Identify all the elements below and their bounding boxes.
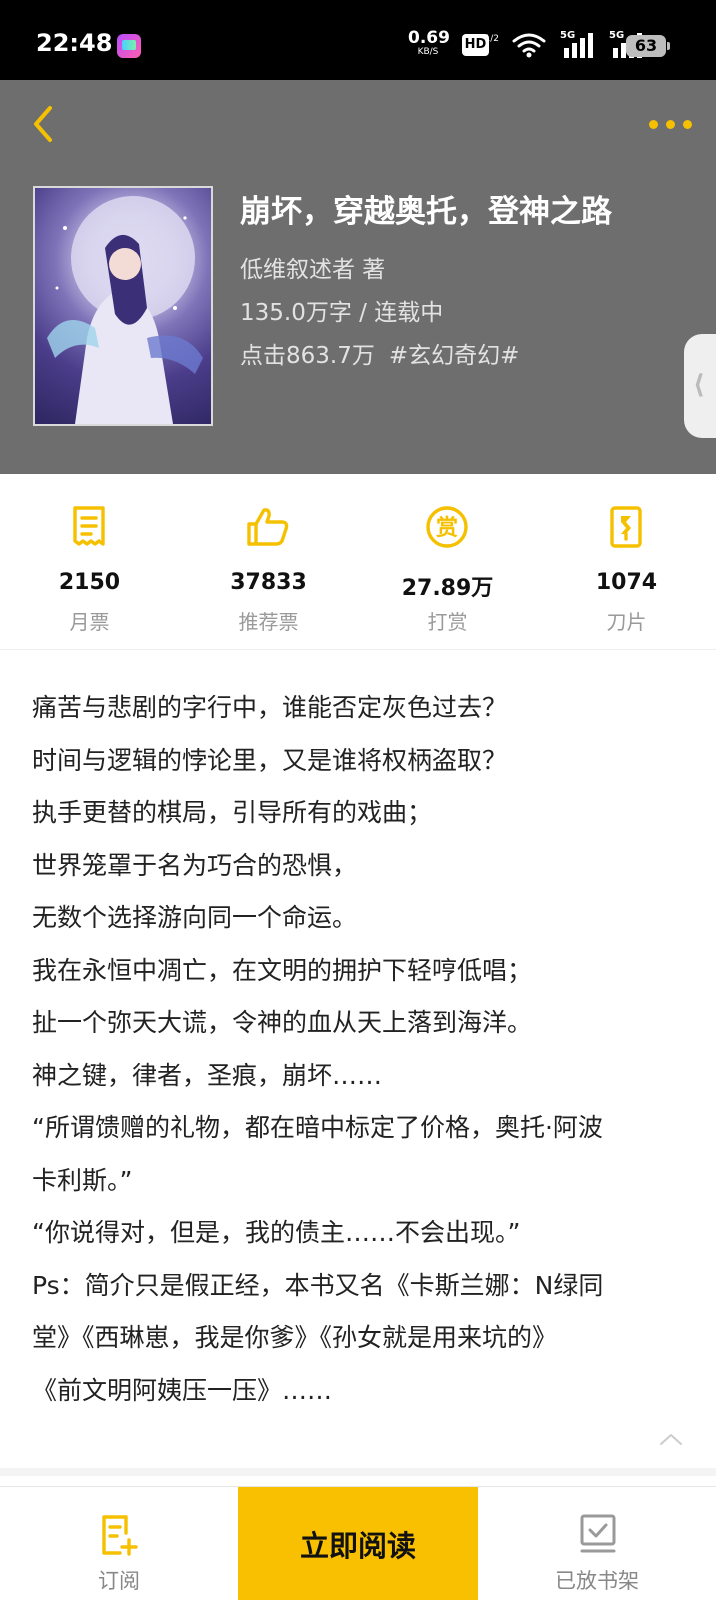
thumbs-up-icon xyxy=(247,508,289,546)
back-button[interactable] xyxy=(26,102,62,146)
book-cover[interactable] xyxy=(33,186,213,426)
app-notification-icon xyxy=(117,34,141,58)
more-button[interactable] xyxy=(646,106,696,140)
hd-voice-sub: 1/2 xyxy=(484,34,499,44)
cover-artwork xyxy=(47,196,203,424)
signal-5g-tag-2: 5G xyxy=(609,30,625,41)
monthly-ticket-icon xyxy=(73,506,105,546)
side-drawer-handle[interactable]: ⟨ xyxy=(684,334,716,438)
book-title: 崩坏，穿越奥托，登神之路 xyxy=(240,194,612,230)
synopsis-line: 执手更替的棋局，引导所有的戏曲； xyxy=(32,798,433,827)
synopsis-line: 我在永恒中凋亡，在文明的拥护下轻哼低唱； xyxy=(32,955,533,985)
synopsis-line: 痛苦与悲剧的字行中，谁能否定灰色过去？ xyxy=(32,693,508,722)
svg-text:赏: 赏 xyxy=(436,516,458,541)
section-divider xyxy=(0,1468,716,1476)
blade-card-icon xyxy=(610,506,642,548)
network-speed-value: 0.69 xyxy=(408,28,450,48)
book-genre-tag[interactable]: #玄幻奇幻# xyxy=(389,343,520,369)
stat-reward[interactable]: 赏 27.89万 打赏 xyxy=(358,474,537,650)
status-time: 22:48 xyxy=(36,29,113,57)
stat-value: 37833 xyxy=(230,570,307,595)
bookshelf-label: 已放书架 xyxy=(555,1569,639,1593)
synopsis-line: “你说得对，但是，我的债主……不会出现。” xyxy=(32,1218,521,1247)
synopsis-line: 《前文明阿姨压一压》…… xyxy=(32,1375,333,1405)
stat-label: 推荐票 xyxy=(238,610,299,634)
subscribe-label: 订阅 xyxy=(98,1569,140,1593)
synopsis-line: 世界笼罩于名为巧合的恐惧， xyxy=(32,850,358,880)
network-speed: 0.69 KB/S xyxy=(408,28,450,57)
synopsis-line: 神之键，律者，圣痕，崩坏…… xyxy=(32,1060,383,1090)
more-dots-icon xyxy=(649,120,658,129)
book-author[interactable]: 低维叙述者 著 xyxy=(240,250,385,284)
subscribe-button[interactable]: 订阅 xyxy=(0,1487,238,1600)
network-speed-unit: KB/S xyxy=(417,47,439,57)
synopsis-line: 扯一个弥天大谎，令神的血从天上落到海洋。 xyxy=(32,1008,533,1037)
status-bar: 22:48 0.69 KB/S HD 1/2 5G 5G 63 xyxy=(0,0,716,80)
reward-coin-icon: 赏 xyxy=(426,506,468,548)
book-word-count-status: 135.0万字 / 连载中 xyxy=(240,300,444,326)
more-dot xyxy=(666,120,675,129)
synopsis-line: Ps：简介只是假正经，本书又名《卡斯兰娜：N绿同 xyxy=(32,1270,604,1300)
stat-label: 刀片 xyxy=(606,610,647,634)
book-header: 崩坏，穿越奥托，登神之路 低维叙述者 著 135.0万字 / 连载中 点击863… xyxy=(0,80,716,474)
chevron-left-small-icon: ⟨ xyxy=(693,370,705,400)
more-dot xyxy=(683,120,692,129)
synopsis-line: 时间与逻辑的悖论里，又是谁将权柄盗取？ xyxy=(32,745,508,775)
wifi-icon xyxy=(512,32,546,62)
stat-value: 2150 xyxy=(58,570,121,595)
synopsis-line: 堂》《西琳崽，我是你爹》《孙女就是用来坑的》 xyxy=(32,1323,558,1352)
battery-icon: 63 xyxy=(626,35,670,57)
collapse-synopsis-button[interactable] xyxy=(656,1424,686,1454)
signal-5g-icon-1: 5G xyxy=(560,30,596,62)
stat-label: 打赏 xyxy=(427,610,468,634)
signal-5g-tag-1: 5G xyxy=(560,30,576,41)
stat-recommend-ticket[interactable]: 37833 推荐票 xyxy=(179,474,358,650)
stat-value: 1074 xyxy=(595,570,658,595)
synopsis-line: “所谓馈赠的礼物，都在暗中标定了价格，奥托·阿波 xyxy=(32,1113,603,1142)
book-synopsis: 痛苦与悲剧的字行中，谁能否定灰色过去？ 时间与逻辑的悖论里，又是谁将权柄盗取？ … xyxy=(32,682,692,1417)
read-now-label: 立即阅读 xyxy=(299,1529,416,1563)
stat-label: 月票 xyxy=(69,610,110,634)
read-now-button[interactable]: 立即阅读 xyxy=(238,1487,478,1600)
chevron-up-icon xyxy=(660,1434,682,1445)
stat-value: 27.89万 xyxy=(401,576,494,601)
book-clicks: 点击863.7万 xyxy=(240,343,375,369)
chevron-left-icon xyxy=(34,106,52,142)
bookshelf-check-icon xyxy=(580,1514,616,1553)
stat-blade[interactable]: 1074 刀片 xyxy=(537,474,716,650)
subscribe-icon xyxy=(102,1515,138,1556)
bookshelf-button[interactable]: 已放书架 xyxy=(478,1487,716,1600)
bottom-action-bar: 订阅 立即阅读 已放书架 xyxy=(0,1486,716,1600)
synopsis-line: 卡利斯。” xyxy=(32,1165,133,1195)
synopsis-line: 无数个选择游向同一个命运。 xyxy=(32,903,358,932)
stat-monthly-ticket[interactable]: 2150 月票 xyxy=(0,474,179,650)
book-detail-page: 22:48 0.69 KB/S HD 1/2 5G 5G 63 崩坏，穿越奥托，… xyxy=(0,0,716,1600)
book-stats: 2150 月票 37833 推荐票 赏 27.89万 打赏 1074 刀片 xyxy=(0,474,716,650)
book-clicks-row: 点击863.7万 #玄幻奇幻# xyxy=(240,336,519,370)
